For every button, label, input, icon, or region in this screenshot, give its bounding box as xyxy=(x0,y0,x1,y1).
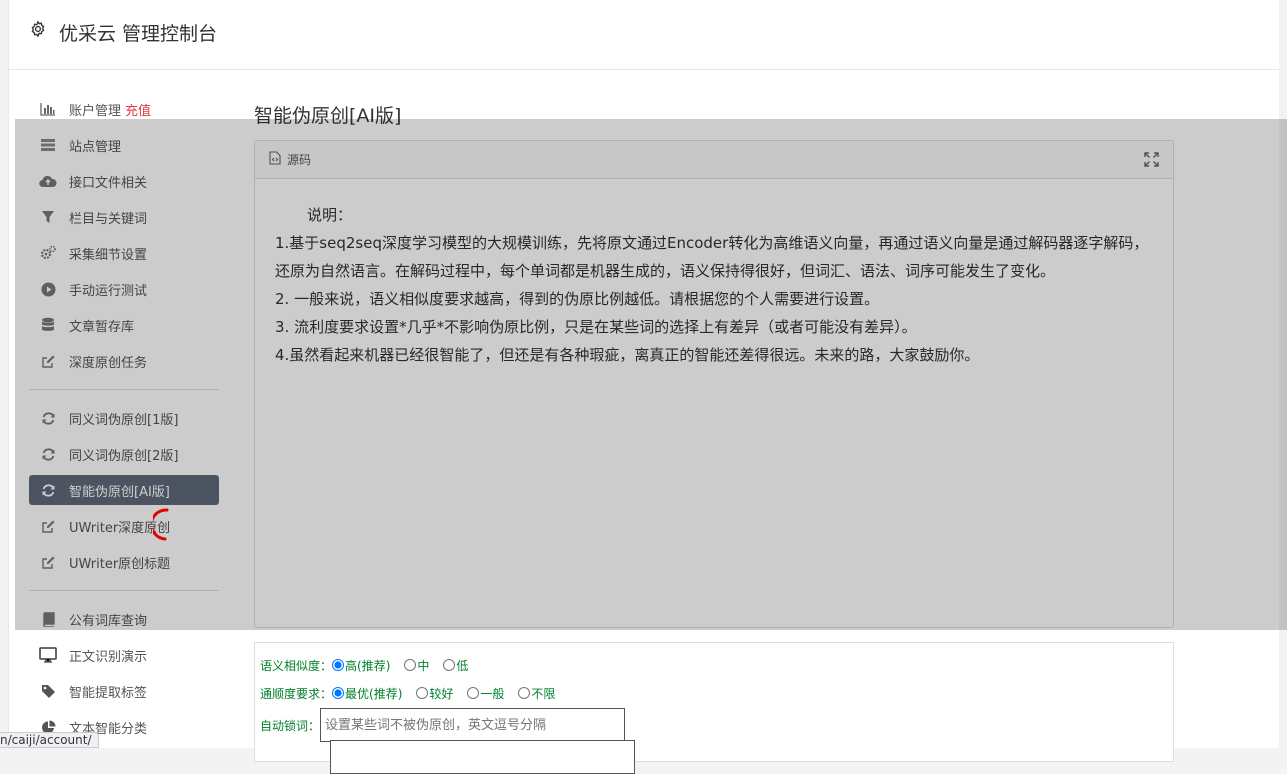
sidebar-item-label: 正文识别演示 xyxy=(69,649,148,665)
similarity-radio-low[interactable] xyxy=(443,659,456,671)
fluency-radio-good[interactable] xyxy=(416,687,429,699)
sidebar-item-label: 智能提取标签 xyxy=(69,685,148,701)
status-bar-url: n/caiji/account/ xyxy=(0,732,99,748)
loading-spinner-icon xyxy=(153,508,169,541)
text-input[interactable] xyxy=(330,740,635,774)
option-label: 中 xyxy=(417,658,430,673)
fluency-option-best[interactable]: 最优(推荐) xyxy=(332,685,402,702)
app-title: 优采云 管理控制台 xyxy=(59,23,218,45)
fluency-radio-best[interactable] xyxy=(332,687,345,699)
similarity-label: 语义相似度： xyxy=(260,658,333,673)
bar-chart-icon xyxy=(39,100,57,118)
loading-overlay xyxy=(15,119,1287,630)
option-label: 高(推荐) xyxy=(345,658,391,673)
gear-icon xyxy=(29,20,47,38)
similarity-option-medium[interactable]: 中 xyxy=(404,657,429,674)
fluency-option-normal[interactable]: 一般 xyxy=(467,685,504,702)
sidebar-item-text-recognition[interactable]: 正文识别演示 xyxy=(29,640,219,670)
option-label: 较好 xyxy=(429,686,454,701)
fluency-option-any[interactable]: 不限 xyxy=(518,685,555,702)
fluency-label: 通顺度要求： xyxy=(260,686,333,701)
sidebar-item-extract-tags[interactable]: 智能提取标签 xyxy=(29,676,219,706)
sidebar-item-label: 账户管理 xyxy=(69,103,122,119)
recharge-link[interactable]: 充值 xyxy=(125,100,151,119)
option-label: 一般 xyxy=(480,686,505,701)
lock-words-label: 自动锁词： xyxy=(260,718,321,733)
desktop-icon xyxy=(39,646,57,664)
next-input-row xyxy=(260,740,1168,774)
fluency-radio-normal[interactable] xyxy=(467,687,480,699)
tag-icon xyxy=(39,682,57,700)
fluency-option-good[interactable]: 较好 xyxy=(416,685,453,702)
header: 优采云 管理控制台 xyxy=(9,0,1287,70)
option-label: 不限 xyxy=(531,686,556,701)
fluency-radio-any[interactable] xyxy=(518,687,531,699)
lock-words-input[interactable] xyxy=(320,708,626,742)
similarity-option-low[interactable]: 低 xyxy=(443,657,468,674)
option-label: 低 xyxy=(456,658,469,673)
similarity-radio-medium[interactable] xyxy=(404,659,417,671)
similarity-radio-high[interactable] xyxy=(332,659,345,671)
similarity-option-high[interactable]: 高(推荐) xyxy=(332,657,390,674)
settings-form: 语义相似度： 高(推荐) 中 低 通顺度要求： 最优(推荐) 较好 一般 不限 … xyxy=(254,642,1174,774)
option-label: 最优(推荐) xyxy=(345,686,403,701)
lock-words-row: 自动锁词： xyxy=(260,707,1168,743)
similarity-row: 语义相似度： 高(推荐) 中 低 xyxy=(260,651,1168,679)
fluency-row: 通顺度要求： 最优(推荐) 较好 一般 不限 xyxy=(260,679,1168,707)
